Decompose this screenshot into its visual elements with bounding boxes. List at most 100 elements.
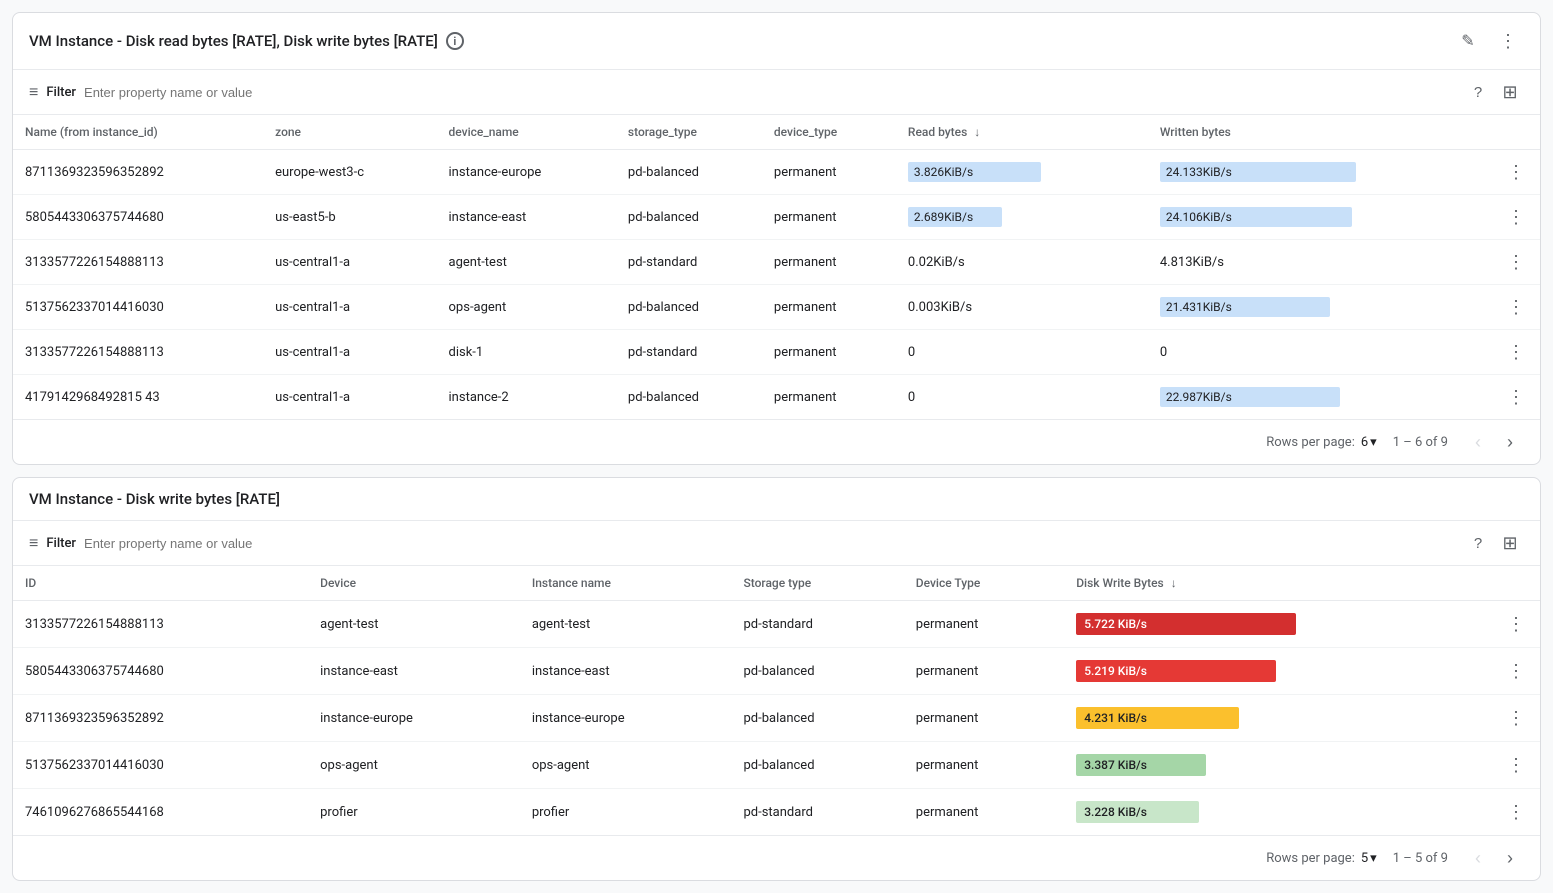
cell-row-more-2[interactable]: ⋮ [1492, 648, 1540, 695]
cell-disk-write-bytes: 5.219 KiB/s [1064, 648, 1492, 695]
columns-icon-1: ⊞ [1502, 82, 1517, 103]
chevron-left-icon-2: ‹ [1475, 848, 1481, 869]
panel-1-title: VM Instance - Disk read bytes [RATE], Di… [29, 32, 464, 50]
pagination-bar-2: Rows per page: 5 ▾ 1 – 5 of 9 ‹ › [13, 835, 1540, 880]
panel-2: VM Instance - Disk write bytes [RATE] ≡ … [12, 477, 1541, 881]
columns-button-2[interactable]: ⊞ [1496, 529, 1524, 557]
rows-per-page-1: Rows per page: 6 ▾ [1266, 435, 1377, 450]
cell-row-more-2[interactable]: ⋮ [1492, 601, 1540, 648]
row-more-btn-2[interactable]: ⋮ [1504, 659, 1528, 683]
prev-page-btn-1[interactable]: ‹ [1464, 428, 1492, 456]
filter-label-2: Filter [46, 536, 76, 551]
cell-row-more[interactable]: ⋮ [1492, 285, 1540, 330]
next-page-btn-1[interactable]: › [1496, 428, 1524, 456]
row-more-btn-2[interactable]: ⋮ [1504, 706, 1528, 730]
cell-disk-write-bytes: 3.387 KiB/s [1064, 742, 1492, 789]
filter-input-2[interactable] [84, 536, 1456, 551]
table-row: 7461096276865544168 profier profier pd-s… [13, 789, 1540, 836]
page-nav-1: ‹ › [1464, 428, 1524, 456]
row-more-btn[interactable]: ⋮ [1504, 205, 1528, 229]
cell-row-more[interactable]: ⋮ [1492, 150, 1540, 195]
cell-storage-type: pd-balanced [732, 648, 904, 695]
next-page-btn-2[interactable]: › [1496, 844, 1524, 872]
columns-button-1[interactable]: ⊞ [1496, 78, 1524, 106]
cell-zone: us-east5-b [263, 195, 436, 240]
col2-disk-write-bytes[interactable]: Disk Write Bytes ↓ [1064, 566, 1492, 601]
cell-row-more[interactable]: ⋮ [1492, 195, 1540, 240]
table-1: Name (from instance_id) zone device_name… [13, 115, 1540, 419]
cell-written-bytes: 0 [1148, 330, 1492, 375]
info-icon-1[interactable]: i [446, 32, 464, 50]
cell-row-more[interactable]: ⋮ [1492, 240, 1540, 285]
col-zone: zone [263, 115, 436, 150]
cell-device-type: permanent [904, 648, 1064, 695]
cell-row-more-2[interactable]: ⋮ [1492, 695, 1540, 742]
cell-instance-name: instance-europe [520, 695, 732, 742]
row-more-btn[interactable]: ⋮ [1504, 385, 1528, 409]
cell-storage-type: pd-balanced [732, 742, 904, 789]
rows-select-2[interactable]: 5 ▾ [1361, 851, 1377, 866]
row-more-btn[interactable]: ⋮ [1504, 250, 1528, 274]
filter-bar-2: ≡ Filter ? ⊞ [13, 521, 1540, 566]
cell-device: agent-test [308, 601, 520, 648]
panel-2-title-text: VM Instance - Disk write bytes [RATE] [29, 490, 280, 508]
help-button-2[interactable]: ? [1464, 529, 1492, 557]
cell-read-bytes: 0.02KiB/s [896, 240, 1148, 285]
more-button-1[interactable]: ⋮ [1492, 25, 1524, 57]
cell-id: 5137562337014416030 [13, 742, 308, 789]
cell-device-name: instance-east [437, 195, 616, 240]
cell-device-name: disk-1 [437, 330, 616, 375]
rows-select-1[interactable]: 6 ▾ [1361, 435, 1377, 450]
filter-actions-2: ? ⊞ [1464, 529, 1524, 557]
cell-device-type: permanent [762, 285, 896, 330]
cell-instance-name: profier [520, 789, 732, 836]
edit-button-1[interactable]: ✎ [1452, 25, 1484, 57]
cell-disk-write-bytes: 5.722 KiB/s [1064, 601, 1492, 648]
table-1-body: 8711369323596352892 europe-west3-c insta… [13, 150, 1540, 420]
filter-label-1: Filter [46, 85, 76, 100]
cell-zone: europe-west3-c [263, 150, 436, 195]
cell-device-name: agent-test [437, 240, 616, 285]
help-button-1[interactable]: ? [1464, 78, 1492, 106]
row-more-btn-2[interactable]: ⋮ [1504, 800, 1528, 824]
chevron-right-icon-1: › [1507, 432, 1513, 453]
cell-name: 8711369323596352892 [13, 150, 263, 195]
panel-1: VM Instance - Disk read bytes [RATE], Di… [12, 12, 1541, 465]
chevron-down-icon-2: ▾ [1370, 851, 1377, 866]
cell-storage-type: pd-standard [732, 789, 904, 836]
row-more-btn-2[interactable]: ⋮ [1504, 612, 1528, 636]
row-more-btn[interactable]: ⋮ [1504, 340, 1528, 364]
table-row: 3133577226154888113 agent-test agent-tes… [13, 601, 1540, 648]
col-read-bytes[interactable]: Read bytes ↓ [896, 115, 1148, 150]
table-row: 5137562337014416030 us-central1-a ops-ag… [13, 285, 1540, 330]
table-row: 8711369323596352892 europe-west3-c insta… [13, 150, 1540, 195]
sort-icon-read: ↓ [974, 125, 980, 139]
rows-per-page-2: Rows per page: 5 ▾ [1266, 851, 1377, 866]
cell-device-type: permanent [762, 330, 896, 375]
col-written-bytes: Written bytes [1148, 115, 1492, 150]
cell-row-more-2[interactable]: ⋮ [1492, 789, 1540, 836]
cell-storage-type: pd-balanced [616, 285, 762, 330]
table-2: ID Device Instance name Storage type Dev… [13, 566, 1540, 835]
col2-actions-header [1492, 566, 1540, 601]
cell-written-bytes: 21.431KiB/s [1148, 285, 1492, 330]
row-more-btn[interactable]: ⋮ [1504, 295, 1528, 319]
filter-input-1[interactable] [84, 85, 1456, 100]
cell-device-type: permanent [904, 742, 1064, 789]
cell-zone: us-central1-a [263, 285, 436, 330]
cell-disk-write-bytes: 3.228 KiB/s [1064, 789, 1492, 836]
more-vert-icon-1: ⋮ [1499, 31, 1517, 52]
cell-device: instance-east [308, 648, 520, 695]
row-more-btn[interactable]: ⋮ [1504, 160, 1528, 184]
row-more-btn-2[interactable]: ⋮ [1504, 753, 1528, 777]
chevron-down-icon-1: ▾ [1370, 435, 1377, 450]
col2-device: Device [308, 566, 520, 601]
cell-storage-type: pd-standard [616, 240, 762, 285]
cell-row-more[interactable]: ⋮ [1492, 330, 1540, 375]
cell-row-more-2[interactable]: ⋮ [1492, 742, 1540, 789]
page-info-2: 1 – 5 of 9 [1393, 851, 1448, 866]
cell-row-more[interactable]: ⋮ [1492, 375, 1540, 420]
pencil-icon-1: ✎ [1461, 31, 1474, 51]
cell-written-bytes: 22.987KiB/s [1148, 375, 1492, 420]
prev-page-btn-2[interactable]: ‹ [1464, 844, 1492, 872]
